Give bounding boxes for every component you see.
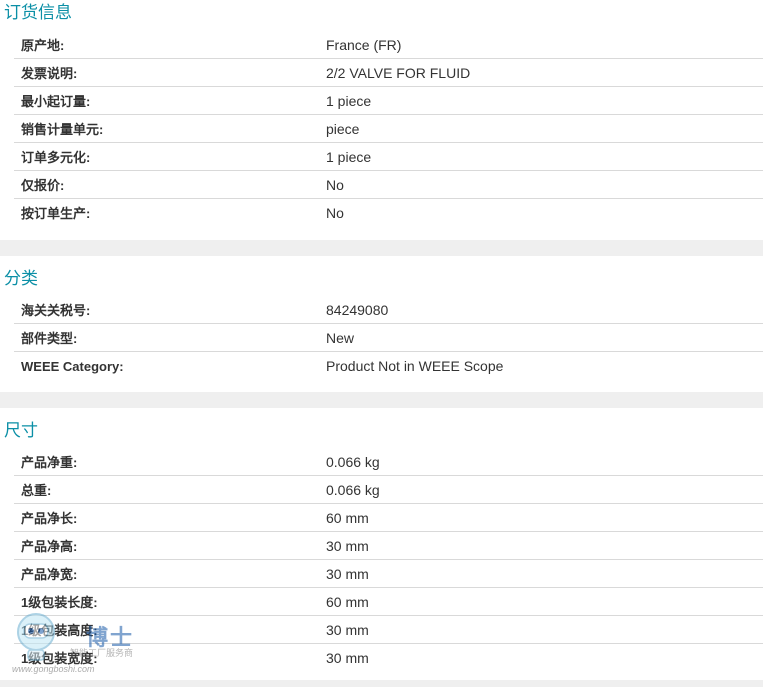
section-title-dimensions: 尺寸 bbox=[4, 421, 38, 440]
row-label: 仅报价: bbox=[21, 178, 65, 193]
row-label: 海关关税号: bbox=[21, 303, 91, 318]
table-row: 仅报价: No bbox=[14, 171, 763, 199]
table-row: 发票说明: 2/2 VALVE FOR FLUID bbox=[14, 59, 763, 87]
row-label: 销售计量单元: bbox=[21, 122, 104, 137]
row-value: France (FR) bbox=[326, 37, 402, 53]
table-row: 产品净长: 60 mm bbox=[14, 504, 763, 532]
table-row: 产品净重: 0.066 kg bbox=[14, 448, 763, 476]
row-value: No bbox=[326, 177, 344, 193]
row-value: 1 piece bbox=[326, 93, 372, 109]
section-title-ordering: 订货信息 bbox=[4, 3, 72, 22]
section-title-classification: 分类 bbox=[4, 269, 38, 288]
row-value: No bbox=[326, 205, 344, 221]
row-label: 订单多元化: bbox=[21, 150, 91, 165]
table-row: 产品净宽: 30 mm bbox=[14, 560, 763, 588]
row-value: 84249080 bbox=[326, 302, 389, 318]
table-row: 总重: 0.066 kg bbox=[14, 476, 763, 504]
row-value: 60 mm bbox=[326, 510, 369, 526]
section-divider-band bbox=[0, 240, 763, 256]
table-row: 产品净高: 30 mm bbox=[14, 532, 763, 560]
row-value: 30 mm bbox=[326, 650, 369, 666]
watermark-url: www.gongboshi.com bbox=[12, 664, 95, 674]
classification-table: 海关关税号: 84249080 部件类型: New WEEE Category:… bbox=[14, 296, 763, 380]
row-value: New bbox=[326, 330, 355, 346]
row-label: 原产地: bbox=[21, 38, 65, 53]
watermark-logo: 博士 智能工厂服务商 www.gongboshi.com bbox=[8, 608, 138, 684]
row-label: 产品净高: bbox=[21, 539, 78, 554]
watermark-tagline: 智能工厂服务商 bbox=[70, 648, 134, 658]
row-value: piece bbox=[326, 121, 360, 137]
row-value: 60 mm bbox=[326, 594, 369, 610]
table-row: 最小起订量: 1 piece bbox=[14, 87, 763, 115]
table-row: 部件类型: New bbox=[14, 324, 763, 352]
table-row: 订单多元化: 1 piece bbox=[14, 143, 763, 171]
ordering-info-table: 原产地: France (FR) 发票说明: 2/2 VALVE FOR FLU… bbox=[14, 31, 763, 227]
row-value: 30 mm bbox=[326, 538, 369, 554]
row-label: 部件类型: bbox=[21, 331, 78, 346]
row-value: Product Not in WEEE Scope bbox=[326, 358, 504, 374]
row-label: 最小起订量: bbox=[21, 94, 91, 109]
row-label: 发票说明: bbox=[21, 66, 78, 81]
row-label: 产品净重: bbox=[21, 455, 78, 470]
row-value: 30 mm bbox=[326, 566, 369, 582]
table-row: 按订单生产: No bbox=[14, 199, 763, 227]
row-label: 产品净长: bbox=[21, 511, 78, 526]
table-row: 销售计量单元: piece bbox=[14, 115, 763, 143]
row-value: 1 piece bbox=[326, 149, 372, 165]
table-row: 海关关税号: 84249080 bbox=[14, 296, 763, 324]
row-label: 总重: bbox=[21, 483, 52, 498]
row-value: 0.066 kg bbox=[326, 482, 380, 498]
row-label: 按订单生产: bbox=[21, 206, 91, 221]
table-row: 原产地: France (FR) bbox=[14, 31, 763, 59]
row-value: 2/2 VALVE FOR FLUID bbox=[326, 65, 471, 81]
row-value: 30 mm bbox=[326, 622, 369, 638]
robot-mascot-icon bbox=[17, 613, 55, 661]
table-row: WEEE Category: Product Not in WEEE Scope bbox=[14, 352, 763, 380]
row-value: 0.066 kg bbox=[326, 454, 380, 470]
section-divider-band bbox=[0, 392, 763, 408]
row-label: 产品净宽: bbox=[21, 567, 78, 582]
row-label: WEEE Category: bbox=[21, 359, 124, 374]
